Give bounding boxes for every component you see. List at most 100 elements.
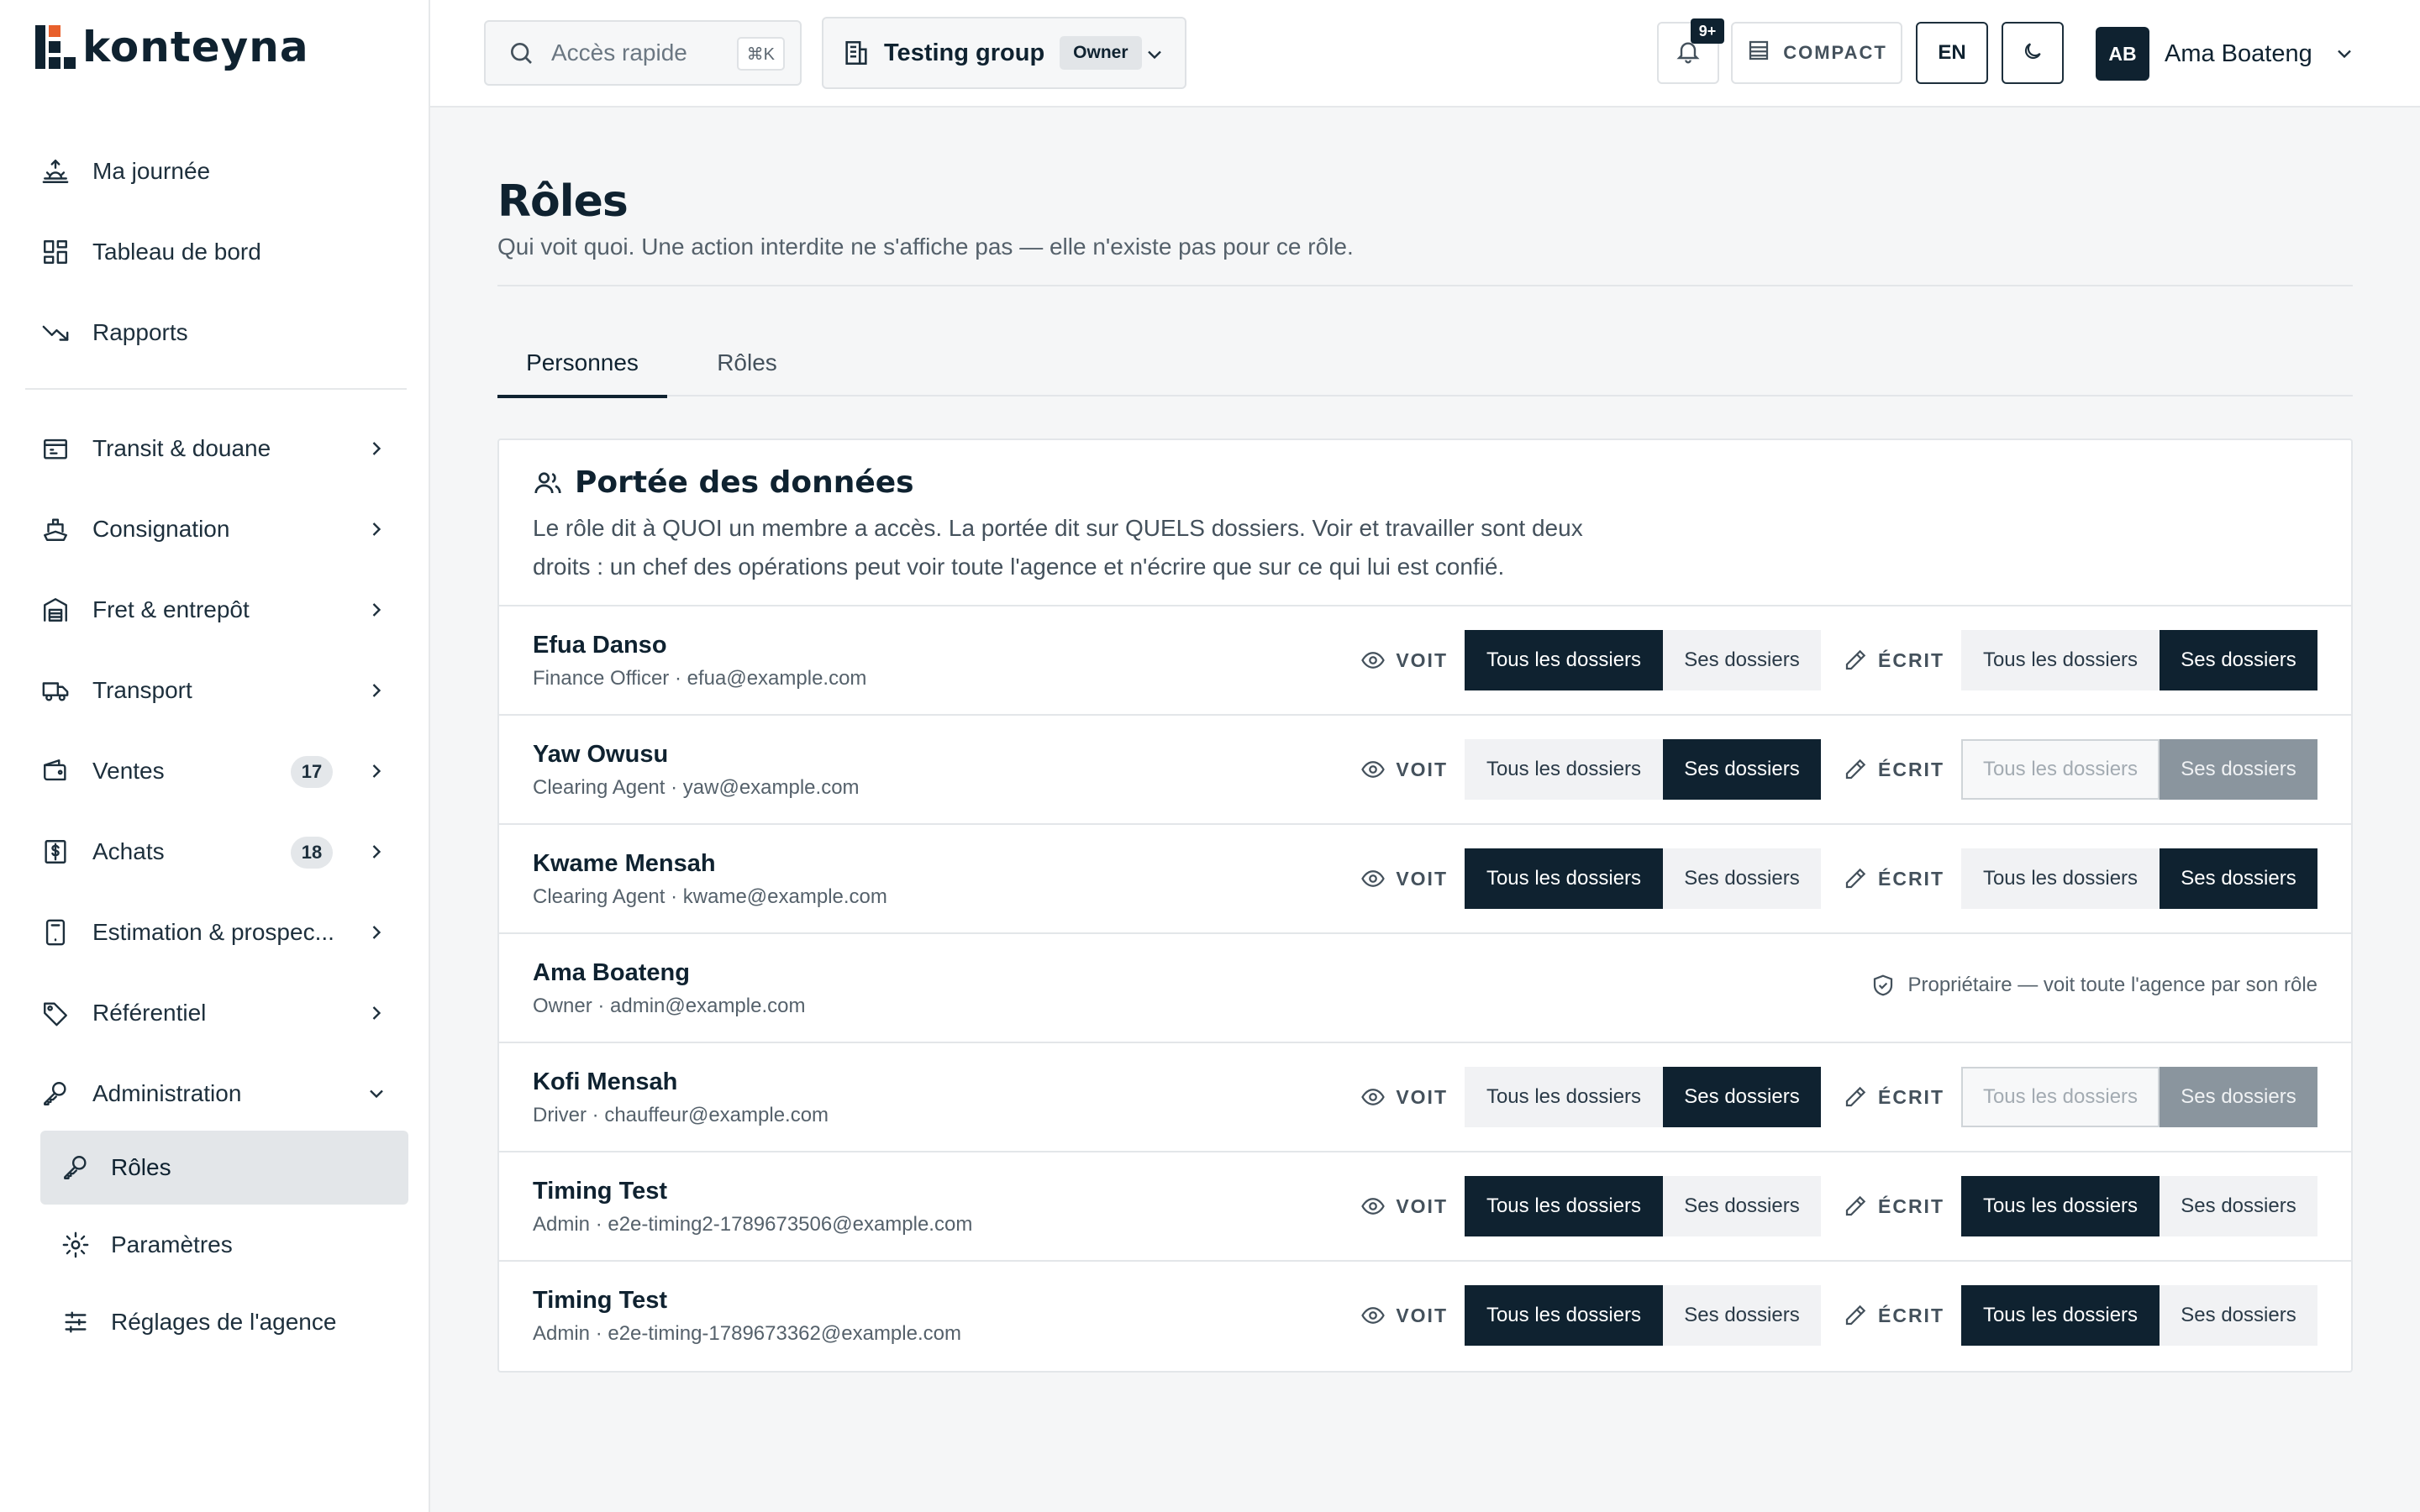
sidebar-item-consignation[interactable]: Consignation	[25, 489, 407, 570]
read-scope-all-option[interactable]: Tous les dossiers	[1465, 1285, 1663, 1346]
brand-logo[interactable]: konteyna	[35, 23, 309, 71]
sidebar-item-fret-entrepot[interactable]: Fret & entrepôt	[25, 570, 407, 650]
permission-controls: VOIT Tous les dossiers Ses dossiers ÉCRI…	[1360, 739, 2317, 800]
group-switcher[interactable]: Testing group Owner	[822, 17, 1186, 89]
member-name: Timing Test	[533, 1178, 668, 1205]
permission-controls: VOIT Tous les dossiers Ses dossiers ÉCRI…	[1360, 1176, 2317, 1236]
user-name: Ama Boateng	[2165, 39, 2312, 67]
read-label: VOIT	[1360, 866, 1448, 891]
sidebar-subitem-reglages-de-l-agence[interactable]: Réglages de l'agence	[40, 1285, 408, 1359]
write-scope-all-option: Tous les dossiers	[1961, 739, 2160, 800]
write-scope-own-option[interactable]: Ses dossiers	[2160, 1176, 2317, 1236]
shortcut-hint: ⌘K	[736, 37, 785, 71]
sidebar-item-estimation-prospec[interactable]: Estimation & prospec...	[25, 892, 407, 973]
group-name: Testing group	[884, 39, 1045, 66]
dashboard-grid-icon	[40, 237, 71, 267]
sidebar-item-administration[interactable]: Administration	[25, 1053, 407, 1134]
write-label: ÉCRIT	[1843, 866, 1944, 891]
gear-icon	[60, 1230, 91, 1260]
read-scope-own-option[interactable]: Ses dossiers	[1663, 739, 1821, 800]
member-name: Yaw Owusu	[533, 741, 669, 768]
permission-controls: VOIT Tous les dossiers Ses dossiers ÉCRI…	[1360, 630, 2317, 690]
sidebar-divider	[25, 388, 407, 390]
sidebar-item-label: Administration	[92, 1080, 242, 1106]
user-menu[interactable]: AB Ama Boateng	[2096, 27, 2356, 81]
customs-icon	[40, 433, 71, 464]
tab-label: Rôles	[717, 349, 777, 375]
sidebar-item-transit-douane[interactable]: Transit & douane	[25, 408, 407, 489]
member-name: Kofi Mensah	[533, 1068, 678, 1095]
option-label: Tous les dossiers	[1982, 1085, 2139, 1108]
read-scope-all-option[interactable]: Tous les dossiers	[1465, 739, 1663, 800]
option-label: Ses dossiers	[1684, 1304, 1800, 1326]
option-label: Tous les dossiers	[1486, 1194, 1642, 1217]
option-label: Ses dossiers	[2181, 758, 2296, 780]
write-scope-own-option[interactable]: Ses dossiers	[2160, 848, 2317, 909]
write-scope-all-option[interactable]: Tous les dossiers	[1961, 630, 2160, 690]
read-scope-toggle: Tous les dossiers Ses dossiers	[1465, 739, 1821, 800]
member-name: Efua Danso	[533, 632, 667, 659]
write-scope-own-option[interactable]: Ses dossiers	[2160, 630, 2317, 690]
sidebar-item-referentiel[interactable]: Référentiel	[25, 973, 407, 1053]
read-scope-toggle: Tous les dossiers Ses dossiers	[1465, 1176, 1821, 1236]
sidebar-item-tableau-de-bord[interactable]: Tableau de bord	[25, 212, 407, 292]
sliders-icon	[60, 1307, 91, 1337]
option-label: Ses dossiers	[2181, 867, 2296, 890]
list-density-icon	[1746, 38, 1771, 68]
write-scope-all-option[interactable]: Tous les dossiers	[1961, 1176, 2160, 1236]
read-scope-own-option[interactable]: Ses dossiers	[1663, 1176, 1821, 1236]
member-meta: Driver · chauffeur@example.com	[533, 1104, 829, 1126]
theme-toggle-button[interactable]	[2002, 22, 2064, 84]
read-label-text: VOIT	[1396, 1304, 1448, 1326]
sidebar-item-label: Paramètres	[111, 1231, 233, 1257]
sidebar-item-achats[interactable]: Achats 18	[25, 811, 407, 892]
member-meta: Admin · e2e-timing2-1789673506@example.c…	[533, 1213, 973, 1236]
write-scope-own-option[interactable]: Ses dossiers	[2160, 1285, 2317, 1346]
member-name: Timing Test	[533, 1287, 668, 1314]
table-row: Yaw Owusu Clearing Agent · yaw@example.c…	[499, 716, 2351, 825]
search-icon	[508, 39, 534, 66]
read-scope-all-option[interactable]: Tous les dossiers	[1465, 1067, 1663, 1127]
option-label: Ses dossiers	[2181, 1194, 2296, 1217]
eye-icon	[1360, 1303, 1386, 1328]
read-scope-own-option[interactable]: Ses dossiers	[1663, 630, 1821, 690]
read-scope-all-option[interactable]: Tous les dossiers	[1465, 1176, 1663, 1236]
sidebar-admin-subnav: Rôles Paramètres Réglages de l'agence	[25, 1131, 408, 1362]
read-scope-own-option[interactable]: Ses dossiers	[1663, 1285, 1821, 1346]
write-scope-all-option[interactable]: Tous les dossiers	[1961, 1285, 2160, 1346]
table-row: Timing Test Admin · e2e-timing2-17896735…	[499, 1152, 2351, 1262]
read-scope-all-option[interactable]: Tous les dossiers	[1465, 848, 1663, 909]
write-label: ÉCRIT	[1843, 1194, 1944, 1219]
sidebar-item-transport[interactable]: Transport	[25, 650, 407, 731]
sidebar-item-label: Estimation & prospec...	[92, 919, 334, 945]
sidebar-subitem-roles[interactable]: Rôles	[40, 1131, 408, 1205]
write-label: ÉCRIT	[1843, 648, 1944, 673]
option-label: Tous les dossiers	[1982, 648, 2139, 671]
table-row: Timing Test Admin · e2e-timing-178967336…	[499, 1262, 2351, 1371]
member-meta: Clearing Agent · yaw@example.com	[533, 776, 860, 799]
read-scope-own-option[interactable]: Ses dossiers	[1663, 848, 1821, 909]
eye-icon	[1360, 866, 1386, 891]
sidebar-item-ventes[interactable]: Ventes 17	[25, 731, 407, 811]
tab-roles[interactable]: Rôles	[701, 334, 793, 396]
read-scope-own-option[interactable]: Ses dossiers	[1663, 1067, 1821, 1127]
sidebar-item-label: Fret & entrepôt	[92, 596, 250, 622]
warehouse-icon	[40, 595, 71, 625]
sidebar-subitem-parametres[interactable]: Paramètres	[40, 1208, 408, 1282]
read-label: VOIT	[1360, 1194, 1448, 1219]
read-label: VOIT	[1360, 648, 1448, 673]
group-role-badge: Owner	[1060, 36, 1142, 70]
density-toggle-button[interactable]: COMPACT	[1731, 22, 1902, 84]
write-scope-toggle: Tous les dossiers Ses dossiers	[1961, 739, 2317, 800]
write-label-text: ÉCRIT	[1878, 648, 1944, 671]
title-divider	[497, 285, 2353, 286]
read-scope-all-option[interactable]: Tous les dossiers	[1465, 630, 1663, 690]
sidebar-item-rapports[interactable]: Rapports	[25, 292, 407, 373]
quick-access-search[interactable]: Accès rapide ⌘K	[484, 20, 802, 86]
sidebar-item-ma-journee[interactable]: Ma journée	[25, 131, 407, 212]
write-label-text: ÉCRIT	[1878, 1304, 1944, 1326]
tab-personnes[interactable]: Personnes	[497, 334, 667, 398]
language-button[interactable]: EN	[1916, 22, 1988, 84]
notifications-button[interactable]: 9+	[1657, 18, 1724, 84]
write-scope-all-option[interactable]: Tous les dossiers	[1961, 848, 2160, 909]
